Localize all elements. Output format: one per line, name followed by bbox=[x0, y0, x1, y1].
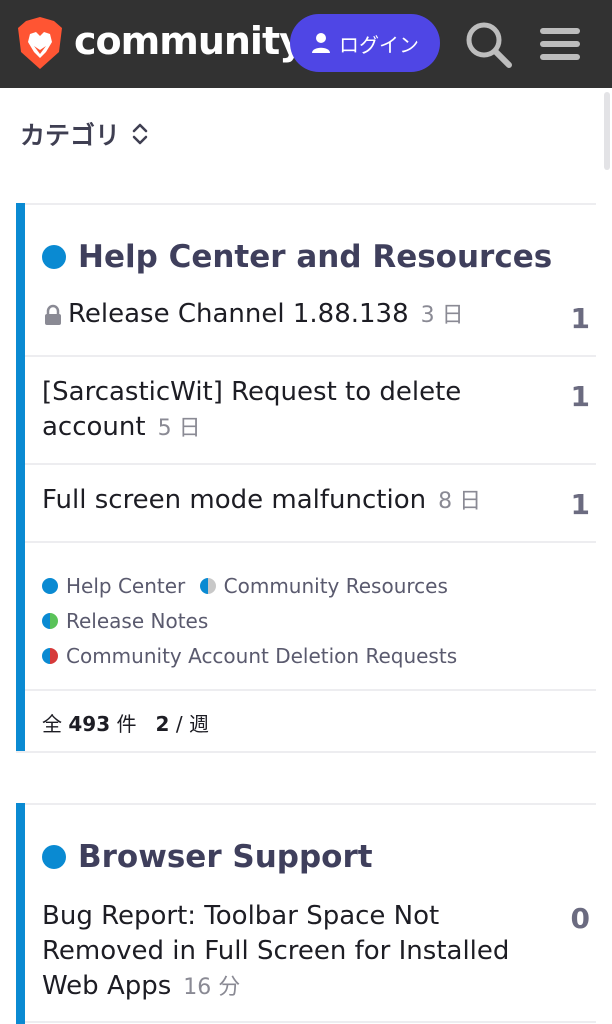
category-title-link[interactable]: Browser Support bbox=[42, 839, 373, 875]
subcategory-dot-icon bbox=[42, 648, 58, 664]
row-divider bbox=[25, 1021, 596, 1023]
topic-row[interactable]: Bug Report: Toolbar Space Not Removed in… bbox=[42, 899, 596, 1005]
topic-row[interactable]: Full screen mode malfunction 8 日 1 bbox=[42, 483, 596, 521]
topic-reply-count: 0 bbox=[570, 902, 590, 935]
site-brand[interactable]: community bbox=[74, 14, 304, 68]
row-divider bbox=[25, 355, 596, 357]
subcategory-link[interactable]: Help Center bbox=[42, 569, 185, 603]
topic-title[interactable]: Bug Report: Toolbar Space Not bbox=[42, 899, 596, 934]
category-title: Help Center and Resources bbox=[78, 239, 553, 275]
topic-row[interactable]: [SarcasticWit] Request to delete account… bbox=[42, 375, 596, 446]
topic-reply-count: 1 bbox=[570, 488, 590, 521]
category-stats: 全 493 件 2 / 週 bbox=[42, 712, 209, 736]
category-dot-icon bbox=[42, 845, 66, 869]
category-dropdown-label: カテゴリ bbox=[20, 121, 121, 150]
site-header: community ログイン bbox=[0, 0, 612, 88]
topic-age: 16 分 bbox=[183, 975, 241, 1000]
topic-reply-count: 1 bbox=[570, 302, 590, 335]
hamburger-menu-icon[interactable] bbox=[536, 18, 584, 70]
subcategory-link[interactable]: Community Account Deletion Requests bbox=[42, 639, 457, 673]
topic-title-continued[interactable]: Removed in Full Screen for Installed bbox=[42, 934, 596, 969]
topic-age: 5 日 bbox=[157, 416, 201, 441]
user-icon bbox=[312, 33, 330, 53]
subcategory-list: Help Center Community Resources Release … bbox=[42, 569, 596, 674]
row-divider bbox=[25, 541, 596, 543]
category-dropdown[interactable]: カテゴリ bbox=[20, 112, 148, 156]
subcategory-dot-icon bbox=[199, 578, 216, 594]
topic-title-continued[interactable]: Web Apps bbox=[42, 971, 171, 1001]
category-color-bar bbox=[16, 203, 25, 751]
topic-title[interactable]: Full screen mode malfunction bbox=[42, 485, 426, 515]
subcategory-dot-icon bbox=[42, 613, 58, 629]
topic-title-continued[interactable]: account bbox=[42, 412, 146, 442]
search-icon[interactable] bbox=[462, 18, 514, 70]
subcategory-link[interactable]: Release Notes bbox=[42, 604, 208, 638]
topic-row[interactable]: Release Channel 1.88.138 3 日 1 bbox=[42, 297, 596, 335]
category-block-browser-support: Browser Support Bug Report: Toolbar Spac… bbox=[16, 803, 596, 1024]
login-button[interactable]: ログイン bbox=[290, 14, 440, 72]
subcategory-dot-icon bbox=[42, 578, 58, 594]
login-label: ログイン bbox=[339, 32, 419, 57]
category-title: Browser Support bbox=[78, 839, 373, 875]
topic-reply-count: 1 bbox=[570, 380, 590, 413]
topic-title[interactable]: [SarcasticWit] Request to delete bbox=[42, 375, 596, 410]
brave-lion-logo-icon[interactable] bbox=[16, 16, 64, 70]
category-color-bar bbox=[16, 803, 25, 1024]
chevron-up-down-icon bbox=[132, 123, 148, 145]
subcategory-link[interactable]: Community Resources bbox=[199, 569, 448, 603]
topic-age: 3 日 bbox=[420, 303, 464, 328]
category-block-help-center: Help Center and Resources Release Channe… bbox=[16, 203, 596, 753]
scrollbar[interactable] bbox=[604, 92, 610, 170]
row-divider bbox=[25, 689, 596, 691]
topic-title[interactable]: Release Channel 1.88.138 bbox=[68, 299, 409, 329]
lock-icon bbox=[45, 304, 61, 325]
topic-total: 493 bbox=[68, 712, 111, 736]
category-dot-icon bbox=[42, 245, 66, 269]
topic-rate: 2 bbox=[155, 712, 170, 736]
category-title-link[interactable]: Help Center and Resources bbox=[42, 239, 552, 275]
row-divider bbox=[25, 463, 596, 465]
topic-age: 8 日 bbox=[438, 489, 482, 514]
